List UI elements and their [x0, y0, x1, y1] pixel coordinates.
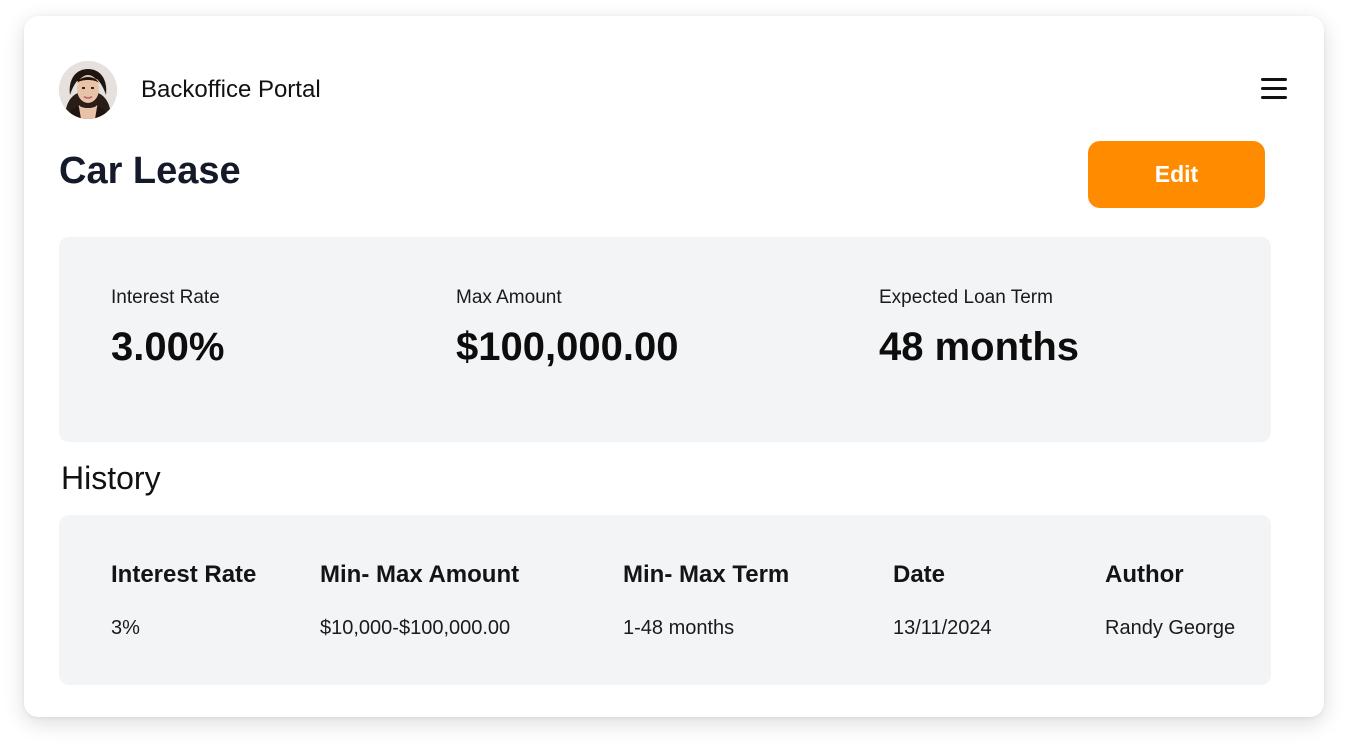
stat-value: 3.00%	[111, 325, 225, 369]
page-title: Car Lease	[59, 150, 241, 192]
column-header: Author	[1105, 561, 1184, 588]
history-column-interest-rate: Interest Rate 3%	[111, 561, 256, 640]
column-header: Interest Rate	[111, 561, 257, 588]
stat-label: Interest Rate	[111, 287, 220, 308]
user-avatar-image	[59, 61, 117, 119]
portal-title: Backoffice Portal	[141, 76, 321, 103]
loan-summary-panel: Interest Rate 3.00% Max Amount $100,000.…	[59, 237, 1271, 442]
column-header: Min- Max Amount	[320, 561, 520, 588]
table-cell: Randy George	[1105, 617, 1236, 639]
menu-bar	[1261, 96, 1287, 99]
table-cell: $10,000-$100,000.00	[320, 617, 511, 639]
menu-bar	[1261, 87, 1287, 90]
edit-button[interactable]: Edit	[1088, 141, 1265, 208]
history-column-date: Date 13/11/2024	[893, 561, 992, 640]
stat-label: Expected Loan Term	[879, 287, 1053, 308]
table-cell: 13/11/2024	[893, 617, 992, 639]
interest-rate-stat: Interest Rate 3.00%	[111, 287, 224, 370]
loan-term-stat: Expected Loan Term 48 months	[879, 287, 1079, 370]
column-header: Date	[893, 561, 946, 588]
max-amount-stat: Max Amount $100,000.00	[456, 287, 678, 370]
history-heading: History	[61, 460, 161, 496]
table-cell: 1-48 months	[623, 617, 735, 639]
loan-product-card: Backoffice Portal Car Lease Edit Interes…	[24, 16, 1324, 717]
menu-bar	[1261, 78, 1287, 81]
table-cell: 3%	[111, 617, 140, 639]
stat-label: Max Amount	[456, 287, 562, 308]
stat-value: 48 months	[879, 325, 1080, 369]
stat-value: $100,000.00	[456, 325, 679, 369]
portal-header: Backoffice Portal	[59, 60, 1289, 120]
user-avatar[interactable]	[59, 61, 117, 119]
history-column-amount: Min- Max Amount $10,000-$100,000.00	[320, 561, 519, 640]
hamburger-menu-icon[interactable]	[1261, 76, 1289, 102]
history-column-term: Min- Max Term 1-48 months	[623, 561, 789, 640]
history-column-author: Author Randy George	[1105, 561, 1235, 640]
history-table: Interest Rate 3% Min- Max Amount $10,000…	[59, 515, 1271, 685]
column-header: Min- Max Term	[623, 561, 790, 588]
